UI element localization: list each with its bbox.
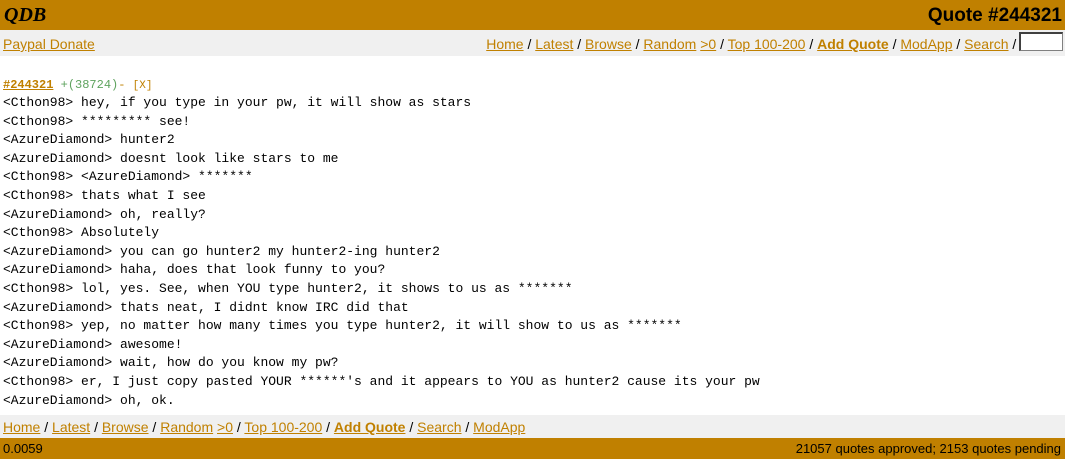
- footer-bar: 0.0059 21057 quotes approved; 2153 quote…: [0, 438, 1065, 459]
- paypal-donate-link[interactable]: Paypal Donate: [3, 36, 95, 52]
- bottom-random-positive-link[interactable]: >0: [217, 419, 233, 435]
- nav-separator: /: [956, 36, 965, 52]
- quote-line: <Cthon98> Absolutely: [3, 225, 160, 241]
- quote-jump-input[interactable]: [1019, 32, 1063, 51]
- nav-separator: /: [720, 36, 728, 52]
- report-button[interactable]: [X]: [133, 80, 153, 92]
- quote-line: <Cthon98> hey, if you type in your pw, i…: [3, 95, 472, 110]
- nav-search-link[interactable]: Search: [964, 36, 1008, 52]
- nav-separator: /: [409, 419, 418, 435]
- bottom-modapp-link[interactable]: ModApp: [473, 419, 525, 435]
- quote-line: <Cthon98> ********* see!: [3, 113, 191, 129]
- nav-add-quote-link[interactable]: Add Quote: [817, 36, 889, 52]
- bottom-latest-link[interactable]: Latest: [52, 419, 90, 435]
- nav-latest-link[interactable]: Latest: [535, 36, 573, 52]
- quote-line: <AzureDiamond> you can go hunter2 my hun…: [3, 243, 440, 259]
- nav-separator: /: [577, 36, 586, 52]
- quote-line: <Cthon98> thats what I see: [3, 187, 206, 203]
- bottom-search-link[interactable]: Search: [417, 419, 461, 435]
- quote-stats: 21057 quotes approved; 2153 quotes pendi…: [795, 441, 1061, 456]
- quote-id-link[interactable]: #244321: [3, 78, 53, 92]
- page-title: Quote #244321: [927, 5, 1062, 26]
- nav-home-link[interactable]: Home: [486, 36, 523, 52]
- bottom-nav-links: Home / Latest / Browse / Random >0 / Top…: [3, 419, 525, 435]
- nav-separator: /: [44, 419, 53, 435]
- quote-line: <AzureDiamond> thats neat, I didnt know …: [3, 299, 409, 315]
- nav-separator: /: [94, 419, 102, 435]
- quote-line: <AzureDiamond> oh, really?: [3, 206, 206, 222]
- bottom-browse-link[interactable]: Browse: [102, 419, 149, 435]
- site-logo[interactable]: QDB: [4, 4, 46, 27]
- bottom-add-quote-link[interactable]: Add Quote: [334, 419, 406, 435]
- upvote-button[interactable]: +: [61, 78, 68, 92]
- bottom-navigation-bar: Home / Latest / Browse / Random >0 / Top…: [0, 415, 1065, 438]
- nav-separator: /: [465, 419, 474, 435]
- quote-line: <Cthon98> er, I just copy pasted YOUR **…: [3, 373, 760, 389]
- quote-line: <AzureDiamond> wait, how do you know my …: [3, 355, 339, 371]
- downvote-button[interactable]: -: [118, 78, 125, 92]
- quote-line: <AzureDiamond> doesnt look like stars to…: [3, 150, 339, 166]
- bottom-top-link[interactable]: Top 100-200: [244, 419, 322, 435]
- quote-line: <AzureDiamond> hunter2: [3, 132, 175, 148]
- quote-line: <Cthon98> yep, no matter how many times …: [3, 318, 682, 334]
- top-header-bar: QDB Quote #244321: [0, 0, 1065, 30]
- nav-top-link[interactable]: Top 100-200: [728, 36, 806, 52]
- bottom-random-link[interactable]: Random: [160, 419, 213, 435]
- page-timing: 0.0059: [3, 441, 43, 456]
- quote-line: <AzureDiamond> awesome!: [3, 336, 183, 352]
- quote-line: <AzureDiamond> haha, does that look funn…: [3, 262, 386, 278]
- nav-browse-link[interactable]: Browse: [585, 36, 632, 52]
- nav-links: Home / Latest / Browse / Random >0 / Top…: [486, 36, 1028, 52]
- nav-modapp-link[interactable]: ModApp: [900, 36, 952, 52]
- quote-line: <AzureDiamond> oh, ok.: [3, 392, 175, 408]
- quote-header: #244321 +(38724)- [X]: [3, 78, 152, 92]
- nav-random-link[interactable]: Random: [643, 36, 696, 52]
- quote-body: <Cthon98> hey, if you type in your pw, i…: [3, 94, 760, 410]
- nav-separator: /: [809, 36, 818, 52]
- bottom-home-link[interactable]: Home: [3, 419, 40, 435]
- quote-line: <Cthon98> lol, yes. See, when YOU type h…: [3, 280, 573, 296]
- quote-score: (38724): [67, 78, 119, 92]
- nav-separator: /: [326, 419, 334, 435]
- navigation-bar: Paypal Donate Home / Latest / Browse / R…: [0, 30, 1065, 56]
- nav-random-positive-link[interactable]: >0: [700, 36, 716, 52]
- quote-line: <Cthon98> <AzureDiamond> *******: [3, 169, 253, 185]
